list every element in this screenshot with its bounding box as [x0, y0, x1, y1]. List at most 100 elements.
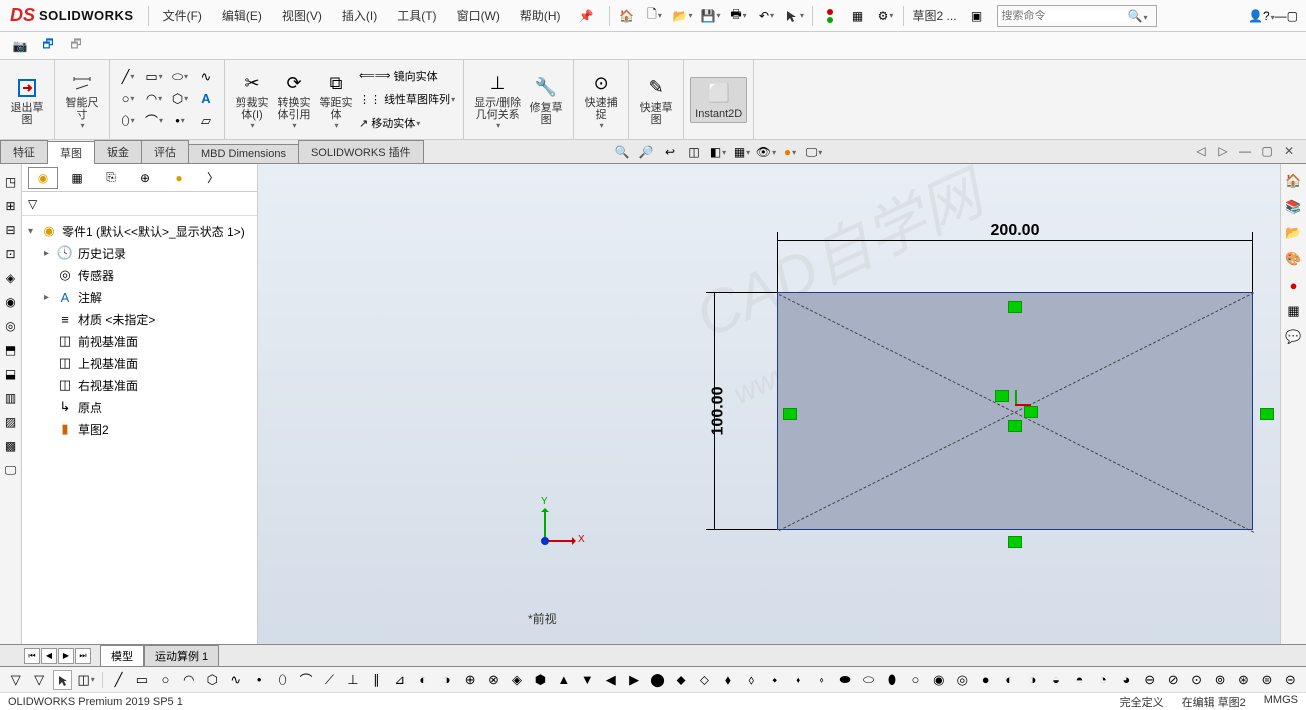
- bt-16[interactable]: ◈: [507, 670, 526, 690]
- menu-edit[interactable]: 编辑(E): [212, 0, 272, 32]
- bt-35[interactable]: ◎: [953, 670, 972, 690]
- dimension-vertical[interactable]: 100.00: [706, 292, 728, 530]
- relation-marker-center1[interactable]: [995, 390, 1009, 402]
- options-icon[interactable]: ⚙▾: [873, 3, 899, 29]
- exit-sketch-button[interactable]: 退出草 图: [6, 72, 48, 128]
- bt-4[interactable]: ◫▾: [76, 670, 95, 690]
- bt-19[interactable]: ▼: [578, 670, 597, 690]
- bt-pt[interactable]: •: [249, 670, 268, 690]
- status-units[interactable]: MMGS: [1264, 694, 1298, 710]
- menu-insert[interactable]: 插入(I): [332, 0, 387, 32]
- relation-marker-bottom[interactable]: [1008, 536, 1022, 548]
- bt-10[interactable]: ∥: [367, 670, 386, 690]
- tab-mbd[interactable]: MBD Dimensions: [188, 144, 299, 163]
- vcr-last-icon[interactable]: ⏭: [75, 648, 91, 664]
- bt-17[interactable]: ⬢: [531, 670, 550, 690]
- taskpane-forum-icon[interactable]: 💬: [1284, 327, 1304, 347]
- menu-view[interactable]: 视图(V): [272, 0, 332, 32]
- display-relations-button[interactable]: ⊥ 显示/删除 几何关系▾: [470, 67, 525, 132]
- bt-38[interactable]: ◑: [1023, 670, 1042, 690]
- restore-icon[interactable]: ▢: [1287, 9, 1298, 23]
- tree-filter[interactable]: ▽: [22, 192, 257, 216]
- doc-minimize-icon[interactable]: —: [1235, 142, 1255, 160]
- ellipse-tool[interactable]: ⬯▾: [116, 112, 140, 130]
- bt-33[interactable]: ○: [906, 670, 925, 690]
- bt-44[interactable]: ⊘: [1163, 670, 1182, 690]
- taskpane-appearances-icon[interactable]: ●: [1284, 275, 1304, 295]
- doc-next-icon[interactable]: ▷: [1213, 142, 1233, 160]
- bt-29[interactable]: ⬫: [812, 670, 831, 690]
- tree-front-plane[interactable]: ◫前视基准面: [22, 330, 257, 352]
- bt-1[interactable]: ▽: [6, 670, 25, 690]
- bt-48[interactable]: ⊜: [1257, 670, 1276, 690]
- left-tool-13[interactable]: 🖵: [2, 461, 20, 479]
- circle-tool[interactable]: ○▾: [116, 90, 140, 108]
- pin-icon[interactable]: 📌: [579, 9, 594, 23]
- left-tool-2[interactable]: ⊞: [2, 197, 20, 215]
- tree-origin[interactable]: ↳原点: [22, 396, 257, 418]
- bt-31[interactable]: ⬭: [859, 670, 878, 690]
- left-tool-3[interactable]: ⊟: [2, 221, 20, 239]
- taskpane-home-icon[interactable]: 🏠: [1284, 171, 1304, 191]
- left-tool-5[interactable]: ◈: [2, 269, 20, 287]
- trim-button[interactable]: ✂ 剪裁实 体(I)▾: [231, 67, 273, 132]
- line-tool[interactable]: ╱▾: [116, 68, 140, 86]
- taskpane-design-library-icon[interactable]: 📚: [1284, 197, 1304, 217]
- bottom-tab-motion[interactable]: 运动算例 1: [144, 645, 219, 667]
- bt-39[interactable]: ◒: [1046, 670, 1065, 690]
- bt-20[interactable]: ◀: [601, 670, 620, 690]
- recent-docs-icon[interactable]: ▣: [964, 3, 990, 29]
- repair-sketch-button[interactable]: 🔧 修复草 图: [525, 72, 567, 128]
- bt-25[interactable]: ⬧: [718, 670, 737, 690]
- section-view-icon[interactable]: ◫: [683, 142, 705, 162]
- bt-14[interactable]: ⊕: [460, 670, 479, 690]
- doc-close-icon[interactable]: ✕: [1279, 142, 1299, 160]
- screen-capture-icon[interactable]: 📷: [8, 35, 32, 57]
- left-tool-8[interactable]: ⬒: [2, 341, 20, 359]
- bt-40[interactable]: ◓: [1070, 670, 1089, 690]
- bt-24[interactable]: ⬦: [695, 670, 714, 690]
- tab-addin[interactable]: SOLIDWORKS 插件: [298, 140, 424, 163]
- menu-file[interactable]: 文件(F): [153, 0, 212, 32]
- vcr-prev-icon[interactable]: ◀: [41, 648, 57, 664]
- new-icon[interactable]: 🗋▾: [642, 3, 668, 29]
- menu-help[interactable]: 帮助(H): [510, 0, 571, 32]
- tab-eval[interactable]: 评估: [141, 140, 189, 163]
- home-icon[interactable]: 🏠: [614, 3, 640, 29]
- bt-28[interactable]: ⬪: [788, 670, 807, 690]
- login-icon[interactable]: 👤: [1248, 9, 1263, 23]
- relation-marker-center3[interactable]: [1008, 420, 1022, 432]
- bt-12[interactable]: ◐: [413, 670, 432, 690]
- bt-13[interactable]: ◑: [437, 670, 456, 690]
- open-icon[interactable]: 📂▾: [670, 3, 696, 29]
- bt-43[interactable]: ⊖: [1140, 670, 1159, 690]
- tree-material[interactable]: ≡材质 <未指定>: [22, 308, 257, 330]
- bottom-tab-model[interactable]: 模型: [100, 645, 144, 667]
- bt-47[interactable]: ⊛: [1234, 670, 1253, 690]
- hide-show-icon[interactable]: 👁▾: [755, 142, 777, 162]
- smart-dimension-button[interactable]: 智能尺 寸 ▾: [61, 67, 103, 132]
- bt-2[interactable]: ▽: [29, 670, 48, 690]
- help-icon[interactable]: ?▾: [1263, 9, 1275, 23]
- menu-window[interactable]: 窗口(W): [447, 0, 510, 32]
- bt-circ[interactable]: ○: [156, 670, 175, 690]
- left-tool-4[interactable]: ⊡: [2, 245, 20, 263]
- plane-tool[interactable]: ▱: [194, 112, 218, 130]
- undo-icon[interactable]: ↶▾: [754, 3, 780, 29]
- relation-marker-center2[interactable]: [1024, 406, 1038, 418]
- fillet-tool[interactable]: ⌒▾: [142, 112, 166, 130]
- mirror-entities-button[interactable]: ⟸⟹ 镜向实体: [357, 67, 457, 85]
- display-style-icon[interactable]: ▦▾: [731, 142, 753, 162]
- bt-41[interactable]: ◔: [1093, 670, 1112, 690]
- bt-spl[interactable]: ∿: [226, 670, 245, 690]
- rapid-sketch-button[interactable]: ✎ 快速草 图: [635, 72, 677, 128]
- menu-tools[interactable]: 工具(T): [387, 0, 446, 32]
- polygon-tool[interactable]: ⬡▾: [168, 90, 192, 108]
- bt-line[interactable]: ╱: [109, 670, 128, 690]
- offset-entities-button[interactable]: ⧉ 等距实 体▾: [315, 67, 357, 132]
- edit-appearance-icon[interactable]: ●▾: [779, 142, 801, 162]
- relation-marker-right[interactable]: [1260, 408, 1274, 420]
- bt-42[interactable]: ◕: [1117, 670, 1136, 690]
- file-props-icon[interactable]: ▦: [845, 3, 871, 29]
- bt-46[interactable]: ⊚: [1210, 670, 1229, 690]
